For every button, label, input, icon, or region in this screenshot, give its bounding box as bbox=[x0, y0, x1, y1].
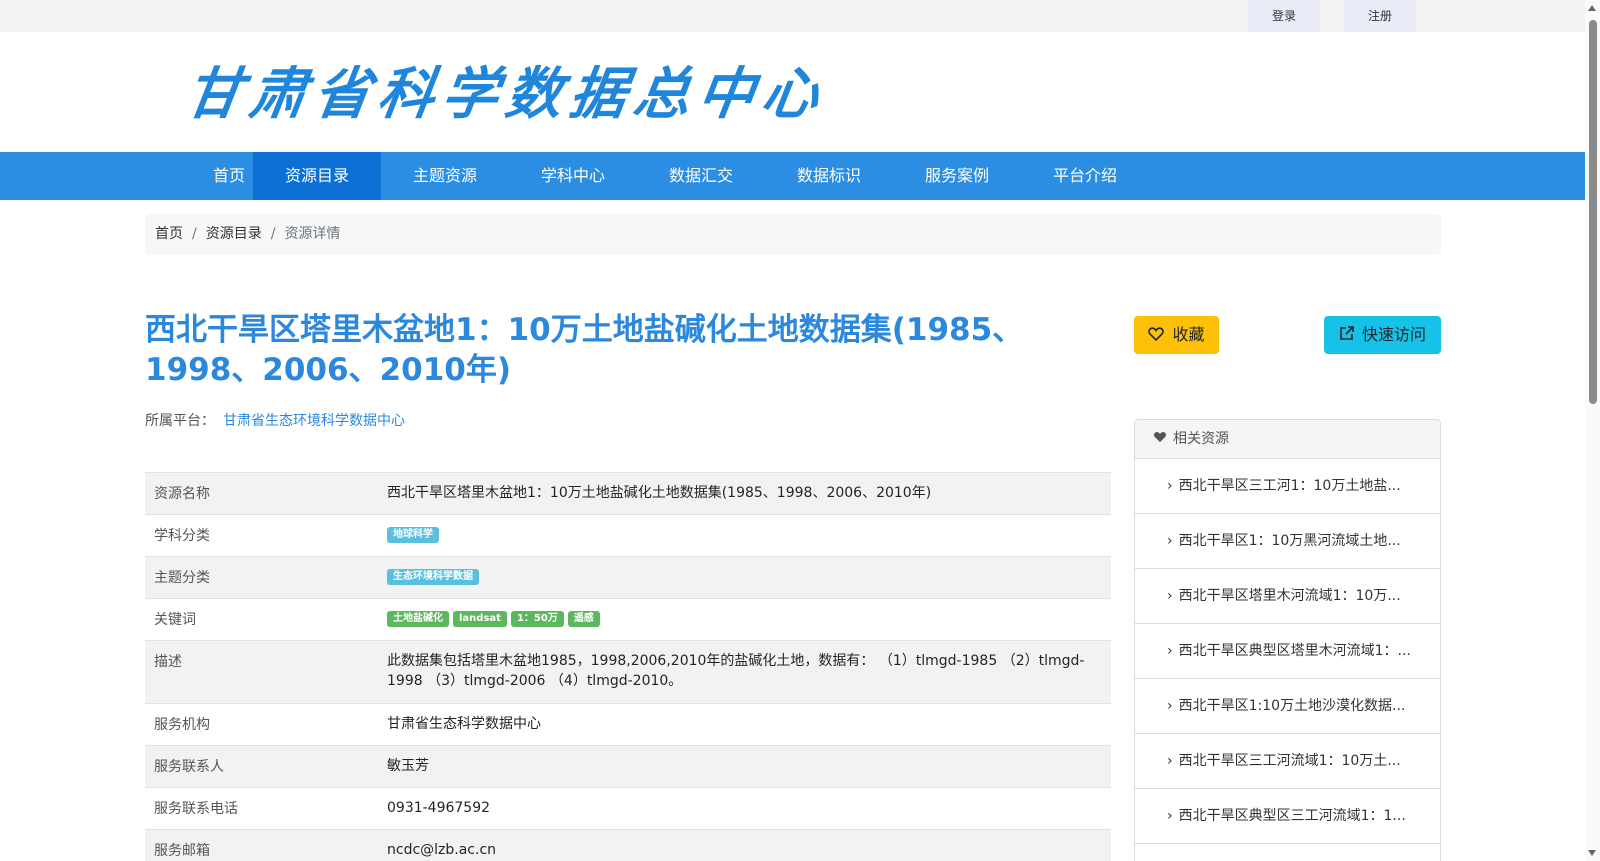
field-label: 主题分类 bbox=[154, 570, 210, 586]
related-resource-item[interactable]: › 西北干旱区1：10万黑河流域土地... bbox=[1135, 514, 1440, 569]
external-link-icon bbox=[1340, 326, 1354, 340]
login-button[interactable]: 登录 bbox=[1248, 0, 1320, 32]
heart-icon bbox=[1154, 432, 1166, 443]
nav-item-submission[interactable]: 数据汇交 bbox=[637, 152, 765, 200]
field-label: 服务机构 bbox=[154, 717, 210, 733]
resource-name-value: 西北干旱区塔里木盆地1：10万土地盐碱化土地数据集(1985、1998、2006… bbox=[387, 485, 932, 501]
description-value: 此数据集包括塔里木盆地1985，1998,2006,2010年的盐碱化土地，数据… bbox=[387, 653, 1085, 689]
page-scrollbar[interactable] bbox=[1585, 0, 1600, 861]
nav-item-identifier[interactable]: 数据标识 bbox=[765, 152, 893, 200]
heart-outline-icon bbox=[1148, 326, 1165, 341]
tag-badge[interactable]: 地球科学 bbox=[387, 527, 439, 543]
related-resource-item[interactable]: › 西北干旱区塔里木河流域1：10万... bbox=[1135, 569, 1440, 624]
platform-line: 所属平台： 甘肃省生态环境科学数据中心 bbox=[145, 410, 405, 430]
table-row: 资源名称 西北干旱区塔里木盆地1：10万土地盐碱化土地数据集(1985、1998… bbox=[145, 472, 1111, 514]
scrollbar-thumb[interactable] bbox=[1589, 20, 1597, 404]
breadcrumb-current: 资源详情 bbox=[284, 226, 341, 242]
breadcrumb-separator: / bbox=[192, 226, 197, 242]
field-label: 服务联系电话 bbox=[154, 801, 238, 817]
scroll-up-arrow-icon[interactable] bbox=[1588, 5, 1596, 11]
related-resources-panel: 相关资源 › 西北干旱区三工河1：10万土地盐... › 西北干旱区1：10万黑河流… bbox=[1134, 419, 1441, 861]
breadcrumb-catalog[interactable]: 资源目录 bbox=[206, 226, 262, 242]
theme-tags: 生态环境科学数据 bbox=[387, 557, 1111, 598]
chevron-right-icon: › bbox=[1167, 753, 1173, 769]
table-row: 服务联系人 敏玉芳 bbox=[145, 745, 1111, 787]
related-resource-label: 西北干旱区典型区三工河流域1：1... bbox=[1178, 808, 1406, 824]
tag-badge[interactable]: 生态环境科学数据 bbox=[387, 569, 479, 585]
field-label: 资源名称 bbox=[154, 486, 210, 502]
top-bar: 登录 注册 bbox=[0, 0, 1585, 32]
nav-item-cases[interactable]: 服务案例 bbox=[893, 152, 1021, 200]
site-logo[interactable]: 甘肃省科学数据总中心 bbox=[181, 60, 831, 130]
chevron-right-icon: › bbox=[1167, 588, 1173, 604]
table-row: 服务联系电话 0931-4967592 bbox=[145, 787, 1111, 829]
field-label: 服务邮箱 bbox=[154, 843, 210, 859]
related-resource-label: 西北干旱区塔里木河流域1：10万... bbox=[1178, 588, 1401, 604]
related-resources-header: 相关资源 bbox=[1135, 420, 1440, 459]
quick-access-button[interactable]: 快速访问 bbox=[1324, 316, 1441, 354]
site-header: 甘肃省科学数据总中心 bbox=[0, 32, 1585, 152]
related-resource-item[interactable]: › 西北干旱区三工河流域1：10万土... bbox=[1135, 734, 1440, 789]
keyword-badge[interactable]: 1：50万 bbox=[510, 611, 564, 627]
related-resource-item[interactable]: › 西北干旱区典型区塔里木河流域1：... bbox=[1135, 624, 1440, 679]
chevron-right-icon: › bbox=[1167, 533, 1173, 549]
table-row: 服务机构 甘肃省生态科学数据中心 bbox=[145, 703, 1111, 745]
table-row: 主题分类 生态环境科学数据 bbox=[145, 556, 1111, 598]
service-org-value: 甘肃省生态科学数据中心 bbox=[387, 716, 541, 732]
chevron-right-icon: › bbox=[1167, 478, 1173, 494]
related-resource-item[interactable]: › 西北干旱区典型区三工河流域1：1... bbox=[1135, 789, 1440, 844]
field-label: 学科分类 bbox=[154, 528, 210, 544]
related-resource-label: 西北干旱区三工河流域1：10万土... bbox=[1178, 753, 1401, 769]
chevron-right-icon: › bbox=[1167, 643, 1173, 659]
related-resource-label: 西北干旱区三工河1：10万土地盐... bbox=[1178, 478, 1401, 494]
discipline-tags: 地球科学 bbox=[387, 515, 1111, 556]
related-resource-item[interactable]: › 西北干旱区三工河1：10万土地盐... bbox=[1135, 459, 1440, 514]
platform-label: 所属平台： bbox=[145, 413, 215, 429]
breadcrumb-home[interactable]: 首页 bbox=[155, 226, 183, 242]
main-nav: 首页 资源目录 主题资源 学科中心 数据汇交 数据标识 服务案例 平台介绍 bbox=[0, 152, 1585, 200]
keyword-badge[interactable]: 土地盐碱化 bbox=[387, 611, 449, 627]
field-label: 服务联系人 bbox=[154, 759, 224, 775]
nav-item-catalog[interactable]: 资源目录 bbox=[253, 152, 381, 200]
quick-access-button-label: 快速访问 bbox=[1361, 325, 1426, 344]
related-resource-item[interactable]: › 西北干旱区1:10万土地沙漠化数据... bbox=[1135, 679, 1440, 734]
chevron-right-icon: › bbox=[1167, 808, 1173, 824]
favorite-button-label: 收藏 bbox=[1172, 325, 1205, 344]
table-row: 服务邮箱 ncdc@lzb.ac.cn bbox=[145, 829, 1111, 861]
contact-phone-value: 0931-4967592 bbox=[387, 800, 491, 816]
resource-info-table: 资源名称 西北干旱区塔里木盆地1：10万土地盐碱化土地数据集(1985、1998… bbox=[145, 472, 1111, 861]
nav-item-themes[interactable]: 主题资源 bbox=[381, 152, 509, 200]
breadcrumb: 首页 / 资源目录 / 资源详情 bbox=[145, 214, 1441, 255]
contact-person-value: 敏玉芳 bbox=[387, 758, 429, 774]
favorite-button[interactable]: 收藏 bbox=[1134, 316, 1219, 354]
related-resource-label: 西北干旱区典型区塔里木河流域1：... bbox=[1178, 643, 1411, 659]
chevron-right-icon: › bbox=[1167, 698, 1173, 714]
related-resource-label: 西北干旱区1:10万土地沙漠化数据... bbox=[1178, 698, 1406, 714]
table-row: 关键词 土地盐碱化 landsat 1：50万 遥感 bbox=[145, 598, 1111, 640]
field-label: 关键词 bbox=[154, 612, 196, 628]
scroll-down-arrow-icon[interactable] bbox=[1588, 850, 1596, 856]
page-title: 西北干旱区塔里木盆地1：10万土地盐碱化土地数据集(1985、1998、2006… bbox=[145, 312, 1024, 388]
nav-item-about[interactable]: 平台介绍 bbox=[1021, 152, 1149, 200]
table-row: 学科分类 地球科学 bbox=[145, 514, 1111, 556]
register-button[interactable]: 注册 bbox=[1344, 0, 1416, 32]
keyword-badge[interactable]: landsat bbox=[453, 611, 507, 627]
keyword-tags: 土地盐碱化 landsat 1：50万 遥感 bbox=[387, 599, 1111, 640]
nav-item-disciplines[interactable]: 学科中心 bbox=[509, 152, 637, 200]
table-row: 描述 此数据集包括塔里木盆地1985，1998,2006,2010年的盐碱化土地… bbox=[145, 640, 1111, 703]
breadcrumb-separator: / bbox=[270, 226, 276, 242]
field-label: 描述 bbox=[154, 654, 182, 670]
keyword-badge[interactable]: 遥感 bbox=[567, 611, 600, 627]
platform-link[interactable]: 甘肃省生态环境科学数据中心 bbox=[223, 413, 405, 429]
related-resource-label: 西北干旱区1：10万黑河流域土地... bbox=[1178, 533, 1401, 549]
related-resources-title: 相关资源 bbox=[1173, 431, 1229, 447]
contact-email-value[interactable]: ncdc@lzb.ac.cn bbox=[387, 830, 1111, 861]
